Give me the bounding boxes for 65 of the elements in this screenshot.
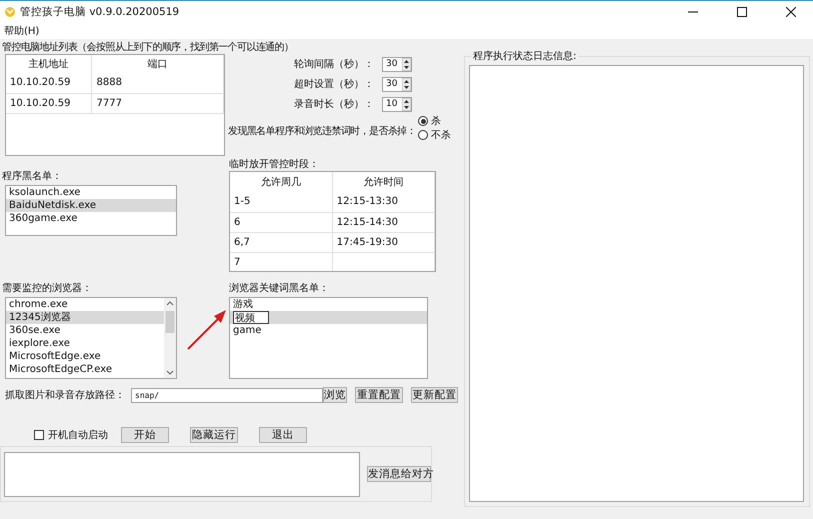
list-item[interactable]: 360se.exe (6, 324, 164, 337)
setting-label: 轮询间隔（秒）： (294, 58, 374, 70)
list-item[interactable]: 视频 (230, 311, 428, 324)
arrow-drawing (186, 307, 228, 351)
config-button[interactable]: 更新配置 (410, 387, 458, 403)
table-cell: 17:45-19:30 (332, 232, 435, 252)
column-header: 允许周几 (230, 172, 332, 192)
table-cell: 12:15-13:30 (332, 192, 435, 212)
list-item[interactable]: 游戏 (230, 298, 428, 311)
radio-button[interactable] (418, 116, 428, 126)
send-button[interactable]: 发消息给对方 (367, 466, 431, 482)
list-item[interactable]: ksolaunch.exe (6, 186, 176, 199)
list-item[interactable]: BaiduNetdisk.exe (6, 199, 176, 212)
table-cell: 10.10.20.59 (6, 93, 92, 113)
table-cell: 1-5 (230, 192, 332, 212)
table-cell: 6,7 (230, 232, 332, 252)
radio-button[interactable] (418, 130, 428, 140)
column-header: 主机地址 (6, 55, 92, 73)
list-item[interactable]: 360game.exe (6, 212, 176, 225)
action-button[interactable]: 退出 (259, 427, 307, 443)
section-label: 浏览器关键词黑名单： (229, 282, 330, 295)
column-header: 允许时间 (332, 172, 435, 192)
radio-label: 不杀 (431, 128, 452, 142)
number-spinner[interactable]: 10 (382, 96, 412, 112)
log-label: 程序执行状态日志信息: (472, 50, 578, 63)
section-label: 临时放开管控时段： (229, 158, 320, 171)
table-cell: 8888 (92, 73, 224, 93)
list-box[interactable]: ksolaunch.exe BaiduNetdisk.exe 360game.exe (5, 185, 177, 236)
menu-item[interactable]: 帮助(H) (2, 24, 42, 38)
config-button[interactable]: 重置配置 (355, 387, 403, 403)
list-item[interactable]: MicrosoftEdge.exe (6, 350, 164, 363)
checkbox-label: 开机自动启动 (48, 428, 108, 442)
path-label: 抓取图片和录音存放路径： (5, 388, 125, 402)
list-box[interactable]: 游戏 视频 game (229, 297, 428, 379)
action-button[interactable]: 开始 (121, 427, 169, 443)
setting-label: 录音时长（秒）： (294, 98, 374, 110)
list-item[interactable]: MicrosoftEdgeCP.exe (6, 363, 164, 376)
section-label: 管控电脑地址列表（会按照从上到下的顺序，找到第一个可以连通的） (2, 41, 294, 54)
list-item[interactable]: chrome.exe (6, 298, 164, 311)
path-field[interactable]: snap/ (131, 388, 323, 402)
radio-label: 杀 (431, 114, 442, 128)
number-spinner[interactable]: 30 (382, 56, 412, 72)
table-cell: 10.10.20.59 (6, 73, 92, 93)
kill-option-label: 发现黑名单程序和浏览违禁词时，是否杀掉： (228, 124, 416, 138)
edit-field[interactable]: 视频 (233, 311, 270, 324)
column-header: 端口 (92, 55, 224, 73)
message-field[interactable] (4, 452, 360, 496)
table-cell: 7 (230, 252, 332, 271)
window-title: 管控孩子电脑 v0.9.0.20200519 (20, 4, 180, 18)
table-cell: 12:15-14:30 (332, 212, 435, 232)
list-item[interactable]: iexplore.exe (6, 337, 164, 350)
list-box[interactable]: chrome.exe 12345浏览器 360se.exe iexplore.exe MicrosoftEdge.exe MicrosoftEdgeCP.exe (5, 297, 177, 379)
table-cell: 7777 (92, 93, 224, 113)
list-item[interactable]: game (230, 324, 428, 337)
list-item[interactable]: 12345浏览器 (6, 311, 164, 324)
table-cell: 6 (230, 212, 332, 232)
section-label: 需要监控的浏览器： (2, 282, 93, 295)
scrollbar[interactable] (164, 298, 176, 378)
checkbox[interactable] (34, 430, 44, 440)
setting-label: 超时设置（秒）： (294, 78, 374, 90)
app-icon (4, 6, 16, 18)
number-spinner[interactable]: 30 (382, 76, 412, 92)
section-label: 程序黑名单： (2, 170, 63, 183)
action-button[interactable]: 隐藏运行 (190, 427, 238, 443)
config-button[interactable]: 浏览 (322, 387, 348, 403)
